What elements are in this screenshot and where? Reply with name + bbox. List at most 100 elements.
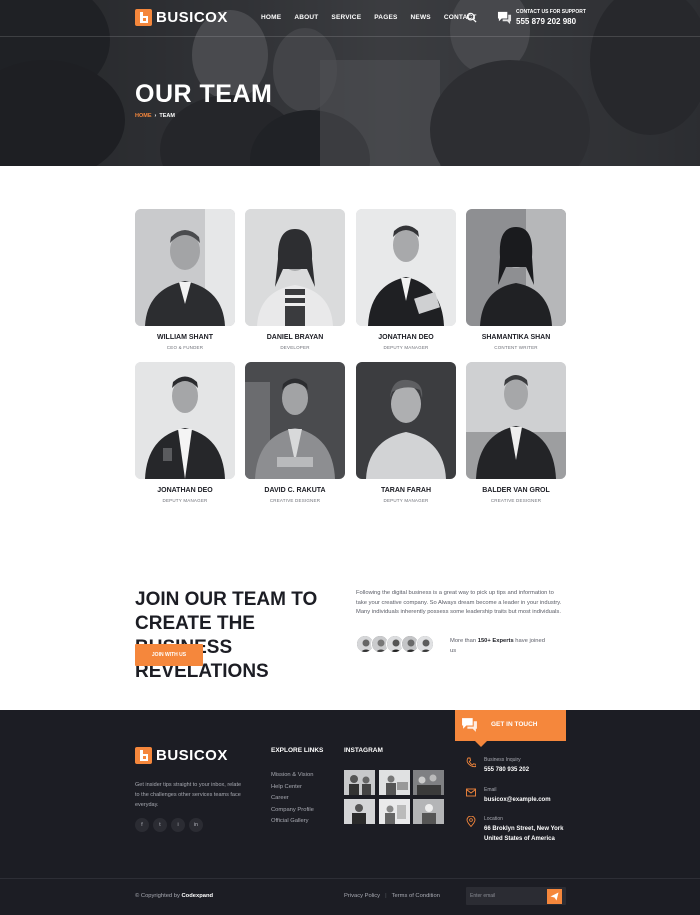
policy-links: Privacy Policy | Terms of Condition (344, 893, 440, 899)
mail-icon (466, 788, 476, 797)
member-role: DEPUTY MANAGER (383, 498, 429, 503)
team-member-card[interactable]: JONATHAN DEO DEPUTY MANAGER (356, 209, 456, 350)
nav-pages[interactable]: PAGES (374, 14, 397, 21)
member-role: DEVELOPER (280, 345, 310, 350)
contact-value: 555 780 935 202 (484, 767, 530, 773)
footer-link[interactable]: Help Center (271, 784, 314, 796)
nav-service[interactable]: SERVICE (331, 14, 361, 21)
copyright-prefix: © Copyrighted by (135, 893, 180, 899)
member-photo (245, 362, 345, 479)
join-heading: JOIN OUR TEAM TO CREATE THE BUSINESS REV… (135, 589, 318, 682)
get-in-touch-banner: GET IN TOUCH (455, 710, 566, 747)
search-icon[interactable] (466, 12, 477, 23)
member-name: TARAN FARAH (380, 487, 432, 494)
instagram-photo[interactable] (378, 770, 410, 795)
member-photo (135, 362, 235, 479)
logo-text: BUSICOX (156, 747, 228, 764)
footer-description: Get insider tips straight to your inbox,… (135, 782, 242, 808)
member-photo (356, 362, 456, 479)
contact-value: 66 Broklyn Street, New York United State… (484, 826, 564, 842)
footer-link[interactable]: Company Profile (271, 807, 314, 819)
header-logo[interactable]: BUSICOX (135, 9, 228, 26)
copyright-brand[interactable]: Codexpand (182, 893, 214, 899)
join-description: Following the digital business is a grea… (356, 590, 562, 616)
team-member-card[interactable]: DAVID C. RAKUTA CREATIVE DESIGNER (245, 362, 345, 503)
team-member-card[interactable]: SHAMANTIKA SHAN CONTENT WRITER (466, 209, 566, 350)
instagram-photo[interactable] (413, 770, 444, 795)
footer-link[interactable]: Mission & Vision (271, 772, 314, 784)
send-icon (550, 892, 559, 901)
member-photo (245, 209, 345, 326)
facebook-icon[interactable]: f (135, 818, 149, 832)
page-title: OUR TEAM (135, 80, 273, 108)
get-in-touch-label: GET IN TOUCH (491, 721, 538, 728)
instagram-icon[interactable]: i (171, 818, 185, 832)
instagram-photo[interactable] (344, 798, 375, 824)
contact-label: Email (484, 787, 497, 793)
team-member-card[interactable]: DANIEL BRAYAN DEVELOPER (245, 209, 345, 350)
nav-home[interactable]: HOME (261, 14, 281, 21)
explore-heading: EXPLORE LINKS (271, 747, 324, 754)
chat-icon (497, 11, 512, 24)
member-name: DANIEL BRAYAN (266, 334, 324, 341)
contact-value: busicox@example.com (484, 797, 551, 803)
support-contact[interactable]: CONTACT US FOR SUPPORT 555 879 202 980 (497, 9, 586, 26)
member-role: DEPUTY MANAGER (162, 498, 208, 503)
twitter-icon[interactable]: t (153, 818, 167, 832)
member-photo (466, 209, 566, 326)
instagram-grid (344, 770, 444, 824)
breadcrumb-separator: › (154, 113, 157, 119)
member-role: CONTENT WRITER (494, 345, 538, 350)
member-name: JONATHAN DEO (157, 487, 213, 494)
instagram-heading: INSTAGRAM (344, 747, 383, 754)
member-photo (135, 209, 235, 326)
contact-label: Business Inquiry (484, 757, 521, 763)
logo-mark-icon (135, 747, 152, 764)
experts-count: More than 150+ Experts have joined us (450, 637, 550, 656)
copyright: © Copyrighted by Codexpand (135, 893, 213, 899)
nav-news[interactable]: NEWS (411, 14, 431, 21)
join-button[interactable]: JOIN WITH US (135, 644, 203, 666)
main-nav: HOME ABOUT SERVICE PAGES NEWS CONTACT (261, 14, 490, 21)
privacy-link[interactable]: Privacy Policy (344, 893, 380, 899)
team-member-card[interactable]: JONATHAN DEO DEPUTY MANAGER (135, 362, 235, 503)
support-phone: 555 879 202 980 (516, 17, 577, 26)
instagram-photo[interactable] (378, 798, 410, 824)
member-role: CREATIVE DESIGNER (269, 498, 321, 503)
breadcrumb-current: TEAM (159, 113, 175, 119)
logo-text: BUSICOX (156, 9, 228, 26)
member-photo (356, 209, 456, 326)
instagram-photo[interactable] (413, 798, 444, 824)
team-member-card[interactable]: BALDER VAN GROL CREATIVE DESIGNER (466, 362, 566, 503)
top-navbar: BUSICOX HOME ABOUT SERVICE PAGES NEWS CO… (0, 0, 700, 37)
footer-link[interactable]: Official Gallery (271, 818, 314, 830)
avatar (416, 635, 434, 653)
member-photo (466, 362, 566, 479)
social-links: f t i in (135, 818, 203, 832)
experts-number: 150+ Experts (477, 638, 514, 644)
logo-mark-icon (135, 9, 152, 26)
breadcrumb-home[interactable]: HOME (135, 113, 152, 119)
footer-logo[interactable]: BUSICOX (135, 747, 228, 764)
breadcrumb: HOME › TEAM (135, 113, 175, 119)
explore-links: Mission & Vision Help Center Career Comp… (271, 772, 314, 830)
footer-divider (0, 878, 700, 879)
location-pin-icon (466, 816, 476, 827)
member-name: WILLIAM SHANT (157, 334, 213, 341)
team-member-card[interactable]: WILLIAM SHANT CEO & FUNDER (135, 209, 235, 350)
newsletter-email-input[interactable] (470, 888, 540, 904)
phone-icon (466, 757, 476, 768)
instagram-photo[interactable] (344, 770, 375, 795)
linkedin-icon[interactable]: in (189, 818, 203, 832)
member-name: BALDER VAN GROL (482, 487, 550, 494)
member-role: DEPUTY MANAGER (383, 345, 429, 350)
team-member-card[interactable]: TARAN FARAH DEPUTY MANAGER (356, 362, 456, 503)
nav-about[interactable]: ABOUT (294, 14, 318, 21)
newsletter-send-button[interactable] (547, 889, 562, 904)
member-name: JONATHAN DEO (378, 334, 434, 341)
experts-prefix: More than (450, 638, 477, 644)
footer-link[interactable]: Career (271, 795, 314, 807)
expert-avatars (356, 635, 434, 653)
terms-link[interactable]: Terms of Condition (392, 893, 440, 899)
member-name: SHAMANTIKA SHAN (481, 334, 551, 341)
